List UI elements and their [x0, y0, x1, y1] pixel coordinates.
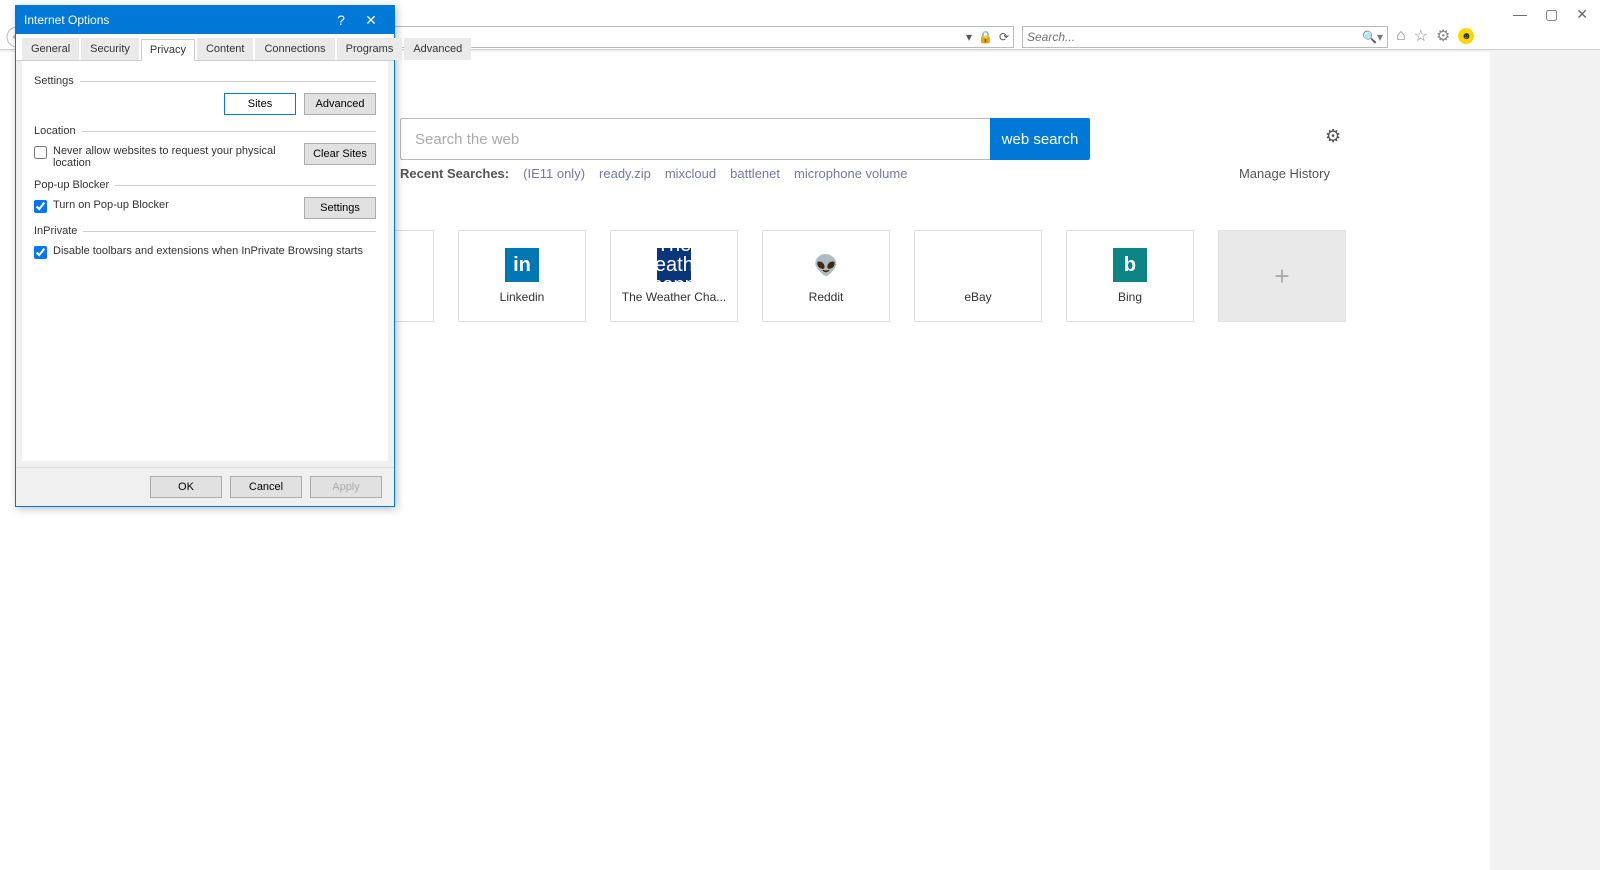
- browser-search-input[interactable]: [1027, 30, 1362, 44]
- bing-icon: b: [1113, 248, 1147, 282]
- browser-toolbar-icons: ⌂ ☆ ⚙ ☻: [1396, 26, 1474, 46]
- tile-label: eBay: [919, 290, 1037, 304]
- ebay-icon: 🛍: [961, 248, 995, 282]
- section-settings: Settings: [34, 75, 376, 87]
- lock-icon: 🔒: [978, 30, 993, 44]
- tile-weather-channel[interactable]: The Weather Channel The Weather Cha...: [610, 230, 738, 322]
- recent-term[interactable]: mixcloud: [665, 166, 716, 181]
- tile-label: Reddit: [767, 290, 885, 304]
- dropdown-icon[interactable]: ▾: [966, 30, 972, 44]
- tools-icon[interactable]: ⚙: [1436, 26, 1450, 46]
- section-popup: Pop-up Blocker: [34, 179, 376, 191]
- top-sites-tiles: in Linkedin The Weather Channel The Weat…: [400, 230, 1346, 322]
- tab-connections[interactable]: Connections: [255, 38, 334, 60]
- dialog-titlebar[interactable]: Internet Options ? ✕: [16, 6, 394, 34]
- close-window-button[interactable]: ✕: [1576, 6, 1588, 23]
- manage-history-link[interactable]: Manage History: [1239, 166, 1330, 181]
- apply-button[interactable]: Apply: [310, 476, 382, 498]
- advanced-button[interactable]: Advanced: [304, 93, 376, 115]
- location-checkbox[interactable]: [34, 146, 47, 159]
- address-bar-icons: ▾ 🔒 ⟳: [966, 30, 1009, 44]
- tab-programs[interactable]: Programs: [337, 38, 403, 60]
- recent-searches-row: Recent Searches: (IE11 only) ready.zip m…: [400, 166, 1330, 181]
- sites-button[interactable]: Sites: [224, 93, 296, 115]
- recent-term[interactable]: battlenet: [730, 166, 780, 181]
- section-inprivate: InPrivate: [34, 225, 376, 237]
- web-search-button[interactable]: web search: [990, 118, 1090, 160]
- tab-general[interactable]: General: [22, 38, 79, 60]
- location-checkbox-label[interactable]: Never allow websites to request your phy…: [53, 145, 296, 169]
- tile-label: The Weather Cha...: [615, 290, 733, 304]
- popup-blocker-checkbox[interactable]: [34, 200, 47, 213]
- tile-ebay[interactable]: 🛍 eBay: [914, 230, 1042, 322]
- tile-label: Bing: [1071, 290, 1189, 304]
- recent-term[interactable]: microphone volume: [794, 166, 907, 181]
- section-settings-label: Settings: [34, 75, 74, 87]
- recent-term[interactable]: ready.zip: [599, 166, 651, 181]
- tile-linkedin[interactable]: in Linkedin: [458, 230, 586, 322]
- reddit-icon: 👽: [809, 248, 843, 282]
- tab-advanced[interactable]: Advanced: [404, 38, 471, 60]
- ok-button[interactable]: OK: [150, 476, 222, 498]
- dialog-close-button[interactable]: ✕: [356, 12, 386, 29]
- dialog-footer: OK Cancel Apply: [16, 467, 394, 506]
- favorites-icon[interactable]: ☆: [1414, 26, 1428, 46]
- feedback-icon[interactable]: ☻: [1458, 28, 1474, 44]
- msn-search-row: web search: [400, 118, 1090, 160]
- popup-blocker-checkbox-label[interactable]: Turn on Pop-up Blocker: [53, 199, 169, 211]
- dialog-body: Settings Sites Advanced Location Never a…: [22, 61, 388, 461]
- home-icon[interactable]: ⌂: [1396, 27, 1406, 45]
- tile-label: Linkedin: [463, 290, 581, 304]
- recent-searches-label: Recent Searches:: [400, 166, 509, 181]
- inprivate-checkbox-label[interactable]: Disable toolbars and extensions when InP…: [53, 245, 376, 257]
- browser-search-bar[interactable]: 🔍 ▾: [1022, 26, 1388, 48]
- page-settings-icon[interactable]: ⚙: [1325, 126, 1341, 147]
- web-search-input[interactable]: [400, 118, 990, 160]
- weather-channel-icon: The Weather Channel: [657, 248, 691, 282]
- internet-options-dialog: Internet Options ? ✕ General Security Pr…: [15, 5, 395, 507]
- window-controls: — ▢ ✕: [1501, 0, 1600, 29]
- minimize-button[interactable]: —: [1513, 6, 1527, 23]
- section-popup-label: Pop-up Blocker: [34, 179, 109, 191]
- tab-security[interactable]: Security: [81, 38, 139, 60]
- tile-add[interactable]: +: [1218, 230, 1346, 322]
- search-dropdown-icon[interactable]: ▾: [1377, 30, 1383, 44]
- section-location: Location: [34, 125, 376, 137]
- dialog-help-button[interactable]: ?: [326, 12, 356, 28]
- search-icon[interactable]: 🔍: [1362, 30, 1377, 44]
- popup-settings-button[interactable]: Settings: [304, 197, 376, 219]
- tile-bing[interactable]: b Bing: [1066, 230, 1194, 322]
- linkedin-icon: in: [505, 248, 539, 282]
- tab-content[interactable]: Content: [197, 38, 254, 60]
- dialog-title: Internet Options: [24, 13, 326, 27]
- tile-reddit[interactable]: 👽 Reddit: [762, 230, 890, 322]
- clear-sites-button[interactable]: Clear Sites: [304, 143, 376, 165]
- section-location-label: Location: [34, 125, 76, 137]
- tab-privacy[interactable]: Privacy: [141, 39, 195, 61]
- plus-icon: +: [1274, 261, 1289, 292]
- inprivate-checkbox[interactable]: [34, 246, 47, 259]
- section-inprivate-label: InPrivate: [34, 225, 77, 237]
- cancel-button[interactable]: Cancel: [230, 476, 302, 498]
- refresh-icon[interactable]: ⟳: [999, 30, 1009, 44]
- recent-term[interactable]: (IE11 only): [523, 166, 585, 181]
- maximize-button[interactable]: ▢: [1545, 6, 1558, 23]
- dialog-tabs: General Security Privacy Content Connect…: [16, 34, 394, 61]
